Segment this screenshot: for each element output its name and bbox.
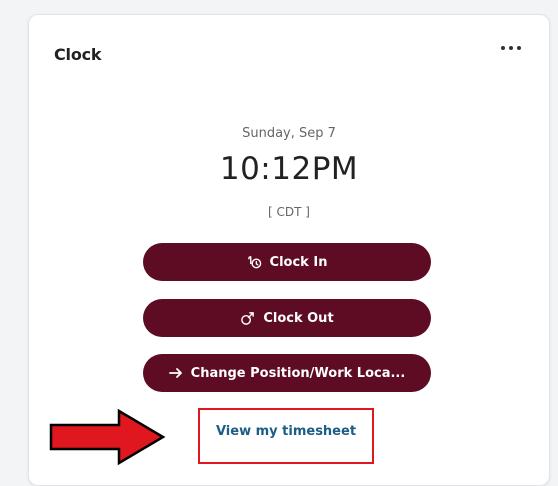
clock-in-button[interactable]: Clock In (143, 243, 431, 281)
more-horizontal-icon (501, 46, 521, 50)
clock-out-label: Clock Out (263, 310, 334, 326)
more-options-button[interactable] (497, 39, 525, 57)
timezone: [ CDT ] (268, 205, 310, 219)
arrow-right-icon (168, 367, 183, 379)
current-time: 10:12PM (219, 151, 359, 187)
change-position-button[interactable]: Change Position/Work Loca... (143, 354, 431, 392)
current-date: Sunday, Sep 7 (242, 126, 336, 141)
exit-arrow-icon (240, 311, 255, 326)
change-position-label: Change Position/Work Loca... (190, 365, 406, 381)
annotation-arrow-icon (49, 408, 166, 466)
clock-in-label: Clock In (269, 254, 328, 270)
card-title: Clock (54, 45, 102, 64)
hand-pointer-clock-icon (247, 255, 262, 270)
view-timesheet-link[interactable]: View my timesheet (198, 424, 374, 439)
clock-out-button[interactable]: Clock Out (143, 299, 431, 337)
